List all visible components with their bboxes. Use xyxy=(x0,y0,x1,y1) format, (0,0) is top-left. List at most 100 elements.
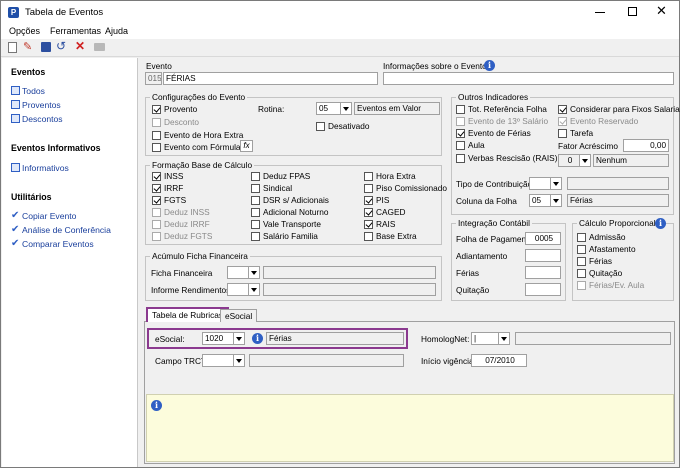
admissao-checkbox[interactable] xyxy=(577,233,586,242)
menu-ferramentas[interactable]: Ferramentas xyxy=(50,26,101,36)
close-button[interactable]: ✕ xyxy=(656,4,667,18)
homolognet-dropdown-icon[interactable] xyxy=(499,332,510,345)
undo-icon[interactable]: ↺ xyxy=(56,39,66,53)
coluna-folha-dropdown-icon[interactable] xyxy=(551,194,562,207)
considerar-fixos-checkbox[interactable] xyxy=(558,105,567,114)
new-document-icon[interactable] xyxy=(8,42,17,53)
formula-checkbox[interactable] xyxy=(152,143,161,152)
tot-referencia-checkbox[interactable] xyxy=(456,105,465,114)
inss-checkbox[interactable] xyxy=(152,172,161,181)
info-evento-field[interactable] xyxy=(383,72,674,85)
evento-13-checkbox[interactable] xyxy=(456,117,465,126)
folha-pagamento-field[interactable]: 0005 xyxy=(525,232,561,245)
info-icon[interactable]: i xyxy=(484,60,495,71)
sidebar-header-eventos: Eventos xyxy=(11,67,46,77)
rotina-select[interactable]: 05 xyxy=(316,102,341,115)
evento-code-field[interactable]: 015 xyxy=(145,72,162,85)
homolognet-label: HomologNet: xyxy=(421,334,470,344)
sidebar-item-todos[interactable]: Todos xyxy=(22,86,45,96)
delete-icon[interactable]: ✕ xyxy=(75,39,85,53)
sidebar-item-descontos[interactable]: Descontos xyxy=(22,114,63,124)
ferias-proporcional-checkbox[interactable] xyxy=(577,257,586,266)
fgts-checkbox[interactable] xyxy=(152,196,161,205)
afastamento-checkbox[interactable] xyxy=(577,245,586,254)
esocial-dropdown-icon[interactable] xyxy=(234,332,245,345)
ficha-financeira-dropdown-icon[interactable] xyxy=(249,266,260,279)
verbas-rescisao-checkbox[interactable] xyxy=(456,154,465,163)
homolognet-desc xyxy=(515,332,671,345)
maximize-button[interactable] xyxy=(628,7,637,16)
adicional-noturno-checkbox[interactable] xyxy=(251,208,260,217)
sidebar-item-proventos[interactable]: Proventos xyxy=(22,100,61,110)
formula-fx-button[interactable]: fx xyxy=(240,140,253,152)
info-icon[interactable]: i xyxy=(655,218,666,229)
base-extra-checkbox[interactable] xyxy=(364,232,373,241)
sindical-checkbox[interactable] xyxy=(251,184,260,193)
desconto-checkbox[interactable] xyxy=(152,118,161,127)
inicio-vigencia-label: Início vigência: xyxy=(421,356,476,366)
menu-opcoes[interactable]: Opções xyxy=(9,26,40,36)
salario-familia-checkbox[interactable] xyxy=(251,232,260,241)
desativado-checkbox[interactable] xyxy=(316,122,325,131)
sidebar-item-informativos[interactable]: Informativos xyxy=(22,163,69,173)
campo-trct-dropdown-icon[interactable] xyxy=(234,354,245,367)
informe-rendimentos-dropdown-icon[interactable] xyxy=(249,283,260,296)
aula-checkbox[interactable] xyxy=(456,141,465,150)
quitacao-proporcional-checkbox[interactable] xyxy=(577,269,586,278)
rotina-dropdown-icon[interactable] xyxy=(341,102,352,115)
esocial-code-select[interactable]: 1020 xyxy=(202,332,234,345)
deduz-fgts-checkbox[interactable] xyxy=(152,232,161,241)
save-icon[interactable] xyxy=(41,42,51,52)
print-icon[interactable] xyxy=(94,43,105,51)
hora-extra-base-label: Hora Extra xyxy=(376,171,416,181)
edit-pencil-icon[interactable]: ✎ xyxy=(23,40,32,53)
coluna-folha-select[interactable]: 05 xyxy=(529,194,551,207)
ferias-ev-aula-checkbox[interactable] xyxy=(577,281,586,290)
adiantamento-field[interactable] xyxy=(525,249,561,262)
title-bar: P Tabela de Eventos ✕ xyxy=(1,1,679,25)
hora-extra-label: Evento de Hora Extra xyxy=(164,130,244,140)
evento-name-field[interactable]: FÉRIAS xyxy=(163,72,378,85)
info-icon[interactable]: i xyxy=(252,333,263,344)
minimize-button[interactable] xyxy=(595,12,605,13)
dsr-checkbox[interactable] xyxy=(251,196,260,205)
tab-tabela-rubricas[interactable]: Tabela de Rubricas xyxy=(146,307,230,322)
tipo-contribuicao-select[interactable] xyxy=(529,177,551,190)
hora-extra-base-checkbox[interactable] xyxy=(364,172,373,181)
integracao-title: Integração Contábil xyxy=(456,218,532,228)
rais-checkbox[interactable] xyxy=(364,220,373,229)
config-group: Configurações do Evento Provento Descont… xyxy=(145,92,442,156)
evento-label: Evento xyxy=(146,61,172,71)
nenhum-dropdown-icon[interactable] xyxy=(580,154,591,167)
deduz-irrf-checkbox[interactable] xyxy=(152,220,161,229)
piso-comissionado-checkbox[interactable] xyxy=(364,184,373,193)
sidebar-item-copiar-evento[interactable]: Copiar Evento xyxy=(22,211,76,221)
inicio-vigencia-field[interactable]: 07/2010 xyxy=(471,354,527,367)
vale-transporte-checkbox[interactable] xyxy=(251,220,260,229)
nenhum-select[interactable]: 0 xyxy=(558,154,580,167)
tipo-contribuicao-dropdown-icon[interactable] xyxy=(551,177,562,190)
pis-label: PIS xyxy=(376,195,390,205)
ficha-financeira-select[interactable] xyxy=(227,266,249,279)
evento-ferias-checkbox[interactable] xyxy=(456,129,465,138)
menu-ajuda[interactable]: Ajuda xyxy=(105,26,128,36)
hora-extra-checkbox[interactable] xyxy=(152,131,161,140)
tab-esocial[interactable]: eSocial xyxy=(220,309,258,323)
tarefa-checkbox[interactable] xyxy=(558,129,567,138)
provento-checkbox[interactable] xyxy=(152,105,161,114)
sidebar-item-analise-conferencia[interactable]: Análise de Conferência xyxy=(22,225,111,235)
irrf-checkbox[interactable] xyxy=(152,184,161,193)
evento-reservado-checkbox[interactable] xyxy=(558,117,567,126)
pis-checkbox[interactable] xyxy=(364,196,373,205)
informe-rendimentos-select[interactable] xyxy=(227,283,249,296)
fator-acrescimo-field[interactable]: 0,00 xyxy=(623,139,669,152)
campo-trct-select[interactable] xyxy=(202,354,234,367)
homolognet-select[interactable]: | xyxy=(471,332,499,345)
quitacao-integracao-field[interactable] xyxy=(525,283,561,296)
ferias-integracao-field[interactable] xyxy=(525,266,561,279)
deduz-fpas-checkbox[interactable] xyxy=(251,172,260,181)
deduz-inss-checkbox[interactable] xyxy=(152,208,161,217)
caged-checkbox[interactable] xyxy=(364,208,373,217)
sidebar-item-comparar-eventos[interactable]: Comparar Eventos xyxy=(22,239,94,249)
esocial-desc-field: Férias xyxy=(266,332,404,345)
